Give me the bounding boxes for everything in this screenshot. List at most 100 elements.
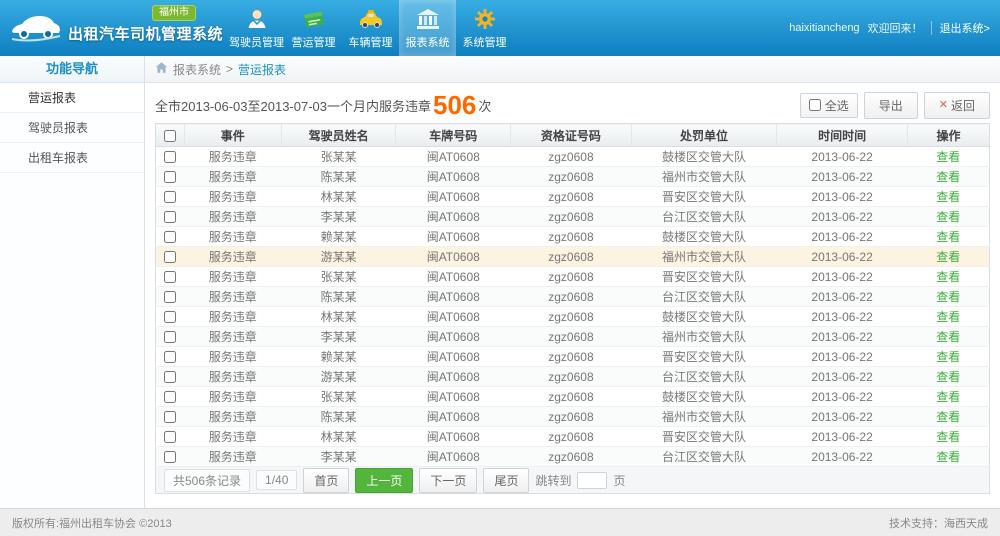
nav-item-system-management[interactable]: 系统管理 — [456, 0, 513, 56]
col-time: 时间时间 — [777, 124, 908, 147]
row-checkbox[interactable] — [164, 311, 176, 323]
sidebar-item-driver-report[interactable]: 驾驶员报表 — [0, 113, 144, 143]
system-gear-icon — [473, 7, 497, 31]
view-link[interactable]: 查看 — [936, 390, 960, 404]
row-checkbox[interactable] — [164, 171, 176, 183]
nav-item-report-system[interactable]: 报表系统 — [399, 0, 456, 56]
sidebar-item-taxi-report[interactable]: 出租车报表 — [0, 143, 144, 173]
row-checkbox[interactable] — [164, 391, 176, 403]
cell-action: 查看 — [908, 167, 990, 187]
cell-cert-number: zgz0608 — [511, 207, 632, 227]
view-link[interactable]: 查看 — [936, 370, 960, 384]
row-checkbox[interactable] — [164, 371, 176, 383]
cell-time: 2013-06-22 — [777, 307, 908, 327]
view-link[interactable]: 查看 — [936, 430, 960, 444]
row-checkbox[interactable] — [164, 231, 176, 243]
cell-action: 查看 — [908, 327, 990, 347]
cell-plate-number: 闽AT0608 — [396, 307, 511, 327]
table-row: 服务违章赖某某闽AT0608zgz0608晋安区交管大队2013-06-22查看 — [156, 347, 990, 367]
view-link[interactable]: 查看 — [936, 350, 960, 364]
row-checkbox-cell — [156, 287, 185, 307]
row-checkbox[interactable] — [164, 251, 176, 263]
cell-cert-number: zgz0608 — [511, 187, 632, 207]
view-link[interactable]: 查看 — [936, 150, 960, 164]
table-row: 服务违章张某某闽AT0608zgz0608鼓楼区交管大队2013-06-22查看 — [156, 387, 990, 407]
cell-action: 查看 — [908, 187, 990, 207]
cell-action: 查看 — [908, 407, 990, 427]
row-checkbox[interactable] — [164, 331, 176, 343]
jump-page-input[interactable] — [577, 472, 607, 489]
row-checkbox-cell — [156, 427, 185, 447]
cell-plate-number: 闽AT0608 — [396, 227, 511, 247]
row-checkbox[interactable] — [164, 411, 176, 423]
export-button[interactable]: 导出 — [864, 92, 918, 119]
row-checkbox[interactable] — [164, 191, 176, 203]
sidebar-item-operation-report[interactable]: 营运报表 — [0, 83, 144, 113]
cell-punish-unit: 鼓楼区交管大队 — [631, 227, 776, 247]
logo: 出租汽车司机管理系统 福州市 — [0, 0, 228, 56]
cell-punish-unit: 福州市交管大队 — [631, 247, 776, 267]
row-checkbox[interactable] — [164, 351, 176, 363]
prev-page-button[interactable]: 上一页 — [355, 468, 413, 493]
view-link[interactable]: 查看 — [936, 450, 960, 464]
breadcrumb-section[interactable]: 报表系统 — [173, 61, 221, 78]
cell-punish-unit: 台江区交管大队 — [631, 447, 776, 467]
pagination-bar: 共506条记录 1/40 首页 上一页 下一页 尾页 跳转到 页 — [155, 467, 990, 494]
header-checkbox[interactable] — [164, 130, 176, 142]
view-link[interactable]: 查看 — [936, 270, 960, 284]
row-checkbox[interactable] — [164, 211, 176, 223]
next-page-button[interactable]: 下一页 — [419, 468, 477, 493]
view-link[interactable]: 查看 — [936, 230, 960, 244]
view-link[interactable]: 查看 — [936, 310, 960, 324]
nav-label: 车辆管理 — [349, 34, 393, 50]
cell-driver-name: 张某某 — [281, 387, 396, 407]
nav-label: 系统管理 — [463, 34, 507, 50]
cell-driver-name: 李某某 — [281, 207, 396, 227]
view-link[interactable]: 查看 — [936, 210, 960, 224]
nav-item-vehicle-management[interactable]: 车辆管理 — [342, 0, 399, 56]
user-area: haixitiancheng 欢迎回来！ 退出系统> — [789, 0, 990, 56]
cell-punish-unit: 晋安区交管大队 — [631, 427, 776, 447]
cell-plate-number: 闽AT0608 — [396, 187, 511, 207]
nav-label: 驾驶员管理 — [229, 34, 284, 50]
summary-suffix: 次 — [478, 96, 491, 115]
top-nav: 驾驶员管理 营运管理 — [228, 0, 513, 56]
view-link[interactable]: 查看 — [936, 330, 960, 344]
select-all[interactable]: 全选 — [800, 93, 858, 118]
nav-item-driver-management[interactable]: 驾驶员管理 — [228, 0, 285, 56]
cell-event: 服务违章 — [184, 327, 281, 347]
view-link[interactable]: 查看 — [936, 190, 960, 204]
row-checkbox-cell — [156, 227, 185, 247]
cell-action: 查看 — [908, 427, 990, 447]
cell-plate-number: 闽AT0608 — [396, 407, 511, 427]
return-button[interactable]: ✕ 返回 — [924, 92, 990, 119]
cell-driver-name: 游某某 — [281, 247, 396, 267]
row-checkbox[interactable] — [164, 271, 176, 283]
col-punish-unit: 处罚单位 — [631, 124, 776, 147]
table-row: 服务违章林某某闽AT0608zgz0608晋安区交管大队2013-06-22查看 — [156, 427, 990, 447]
view-link[interactable]: 查看 — [936, 250, 960, 264]
col-driver-name: 驾驶员姓名 — [281, 124, 396, 147]
row-checkbox[interactable] — [164, 291, 176, 303]
row-checkbox[interactable] — [164, 151, 176, 163]
content: 报表系统 > 营运报表 全市2013-06-03至2013-07-03一个月内服… — [145, 56, 1000, 508]
logout-button[interactable]: 退出系统> — [940, 20, 990, 36]
row-checkbox[interactable] — [164, 431, 176, 443]
cell-action: 查看 — [908, 147, 990, 167]
cell-event: 服务违章 — [184, 367, 281, 387]
first-page-button[interactable]: 首页 — [303, 468, 349, 493]
cell-event: 服务违章 — [184, 287, 281, 307]
cell-action: 查看 — [908, 307, 990, 327]
view-link[interactable]: 查看 — [936, 170, 960, 184]
cell-punish-unit: 晋安区交管大队 — [631, 267, 776, 287]
nav-item-operations-management[interactable]: 营运管理 — [285, 0, 342, 56]
cell-driver-name: 赖某某 — [281, 227, 396, 247]
home-icon[interactable] — [155, 61, 168, 77]
select-all-checkbox[interactable] — [809, 99, 821, 111]
welcome-text: 欢迎回来！ — [868, 20, 923, 36]
view-link[interactable]: 查看 — [936, 410, 960, 424]
last-page-button[interactable]: 尾页 — [483, 468, 529, 493]
row-checkbox[interactable] — [164, 451, 176, 463]
cell-action: 查看 — [908, 207, 990, 227]
view-link[interactable]: 查看 — [936, 290, 960, 304]
